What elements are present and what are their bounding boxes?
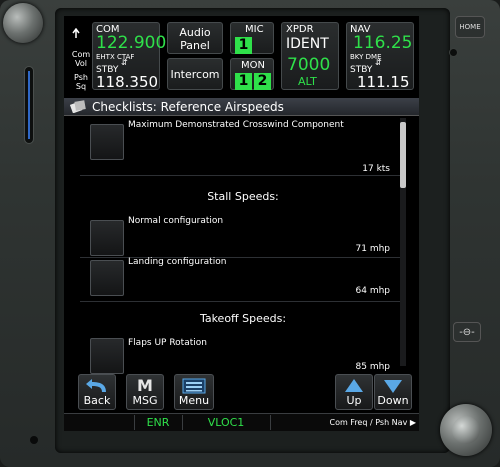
status-divider [270,415,271,430]
up-label: Up [346,394,362,407]
enr-annunciator: ENR [146,416,170,429]
com-back-arrow-icon[interactable] [72,28,86,42]
volume-knob[interactable] [3,3,43,43]
com-tile[interactable]: COM 122.900 EHTX CTAF ⇵ STBY 118.350 [92,22,166,91]
msg-icon: M [137,376,153,395]
nav-tile[interactable]: NAV 116.25 BKY DME ⇵ STBY 111.15 [346,22,414,91]
checklist-page-icon [70,100,86,113]
mic-button[interactable]: MIC 1 [230,22,274,54]
xpdr-tile[interactable]: XPDR IDENT 7000 ALT [281,22,339,90]
photocell-sensor [30,436,38,444]
list-item[interactable]: Flaps UP Rotation 85 mhp [80,336,406,374]
audio-panel-button[interactable]: Audio Panel [167,22,223,54]
xpdr-code: 7000 [287,55,331,75]
com-vol-label: Com Vol Psh Sq [70,50,92,91]
com-active-freq: 122.900 [96,33,167,53]
mic-label: MIC [245,24,264,35]
menu-label: Menu [178,394,210,407]
list-item[interactable]: Normal configuration 71 mhp [80,216,406,258]
mon-label: MON [241,60,265,71]
home-button[interactable]: HOME [455,16,485,38]
com-vol-text-2: Vol [75,59,87,68]
checklist-list: Maximum Demonstrated Crosswind Component… [80,118,406,374]
scroll-up-button[interactable]: Up [335,374,373,410]
touchscreen: Com Vol Psh Sq COM 122.900 EHTX CTAF ⇵ S… [64,16,419,431]
list-item[interactable]: Landing configuration 64 mhp [80,257,406,302]
item-value: 17 kts [362,164,390,174]
vloc-annunciator: VLOC1 [207,416,245,429]
status-led [449,48,458,57]
mon-select-1: 1 [235,73,252,90]
checklist-checkbox[interactable] [90,124,124,160]
page-header: Checklists: Reference Airspeeds [64,98,419,116]
section-header: Stall Speeds: [207,190,279,203]
swap-arrows-icon: ⇵ [121,58,128,67]
item-value: 64 mhp [355,286,391,296]
xpdr-label: XPDR [286,24,314,35]
menu-list-icon [182,378,206,394]
up-arrow-icon [345,379,363,392]
nav-swap-arrows-icon: ⇵ [375,58,382,67]
com-stby-freq: 118.350 [96,73,159,91]
back-button[interactable]: Back [78,374,116,410]
msg-button[interactable]: M MSG [126,374,164,410]
audio-panel-label-2: Panel [180,39,210,52]
checklist-checkbox[interactable] [90,220,124,256]
dual-concentric-knob[interactable] [440,404,492,456]
knob-function-hint: Com Freq / Psh Nav ▶ [329,418,416,427]
scroll-down-button[interactable]: Down [374,374,412,410]
com-active-ident: EHTX CTAF [96,53,135,61]
item-name: Landing configuration [128,257,227,267]
section-header: Takeoff Speeds: [199,312,287,325]
down-arrow-icon [384,380,402,393]
msg-label: MSG [132,394,158,407]
radio-top-bar: Com Vol Psh Sq COM 122.900 EHTX CTAF ⇵ S… [64,16,419,98]
mon-select-2: 2 [254,73,271,90]
checklist-checkbox[interactable] [90,260,124,296]
direct-to-button[interactable]: -⊖- [453,322,481,342]
list-item[interactable]: Maximum Demonstrated Crosswind Component… [80,118,406,176]
item-name: Flaps UP Rotation [128,338,207,348]
audio-panel-label-1: Audio [179,26,211,39]
page-title: Checklists: Reference Airspeeds [92,100,284,114]
down-label: Down [377,394,409,407]
scrollbar-thumb[interactable] [400,122,406,188]
checklist-checkbox[interactable] [90,338,124,374]
intercom-label: Intercom [170,68,220,81]
menu-button[interactable]: Menu [174,374,214,410]
item-name: Maximum Demonstrated Crosswind Component [128,120,344,130]
sd-card-slot [24,66,34,144]
nav-active-freq: 116.25 [353,33,413,53]
mon-button[interactable]: MON 1 2 [230,58,274,90]
status-bar: ENR VLOC1 Com Freq / Psh Nav ▶ [64,413,419,431]
item-value: 85 mhp [355,362,391,372]
mic-select-1: 1 [235,37,252,54]
back-arrow-icon [86,379,106,392]
item-value: 71 mhp [355,244,391,254]
com-vol-text-1: Com [71,50,91,59]
psh-sq-text-2: Sq [75,82,87,91]
xpdr-mode: IDENT [286,36,329,52]
back-label: Back [83,394,111,407]
status-divider [182,415,183,430]
item-name: Normal configuration [128,216,224,226]
intercom-button[interactable]: Intercom [167,58,223,90]
list-scrollbar[interactable] [400,118,406,366]
psh-sq-text-1: Psh [74,73,88,82]
xpdr-alt-label: ALT [298,75,317,88]
nav-stby-freq: 111.15 [357,73,410,91]
